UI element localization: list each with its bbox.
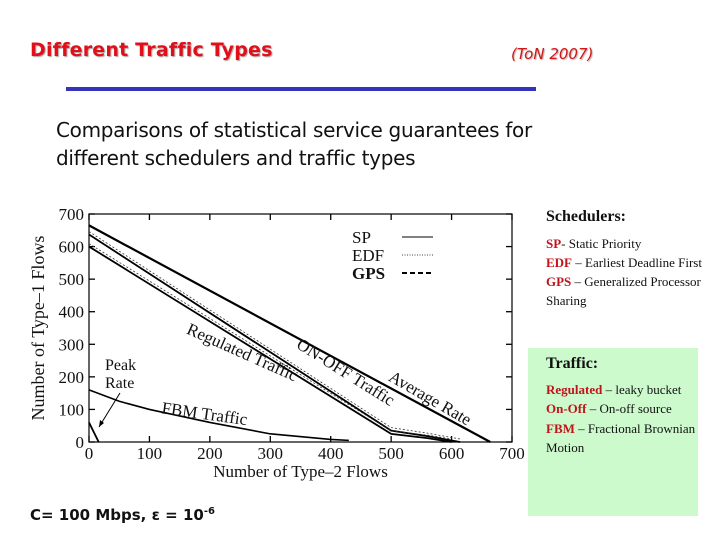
x-tick-label: 0 (85, 444, 94, 463)
annotation-label: Average Rate (386, 367, 475, 429)
scheduler-item: EDF – Earliest Deadline First (546, 253, 716, 272)
series-line-on-off-traffic (88, 233, 461, 443)
annotation-peak: Peak (105, 357, 136, 374)
scheduler-desc: - Static Priority (561, 236, 642, 251)
chart: 0 100 200 300 400 500 600 700 0 100 200 300 400 500 60… (28, 205, 525, 481)
y-tick-label: 500 (59, 270, 85, 289)
x-tick-label: 600 (439, 444, 465, 463)
formula-text: C= 100 Mbps, ε = 10 (30, 506, 204, 524)
scheduler-term: GPS (546, 274, 572, 289)
series-line-regulated-traffic (88, 245, 452, 443)
traffic-item: Regulated – leaky bucket (546, 380, 698, 400)
y-tick-label: 200 (59, 368, 85, 387)
x-axis-label: Number of Type–2 Flows (213, 462, 388, 481)
y-axis-label: Number of Type–1 Flows (28, 236, 48, 421)
legend-label: GPS (352, 264, 385, 283)
y-tick-label: 400 (59, 303, 85, 322)
formula-exponent: -6 (203, 506, 215, 517)
scheduler-item: SP- Static Priority (546, 234, 716, 253)
y-tick-label: 600 (59, 238, 85, 257)
traffic-term: On-Off (546, 401, 587, 416)
scheduler-desc: – Earliest Deadline First (572, 255, 702, 270)
traffic-desc: – leaky bucket (602, 381, 682, 397)
schedulers-heading: Schedulers: (546, 208, 626, 225)
x-tick-label: 300 (258, 444, 284, 463)
slide-subtitle: Comparisons of statistical service guara… (56, 116, 532, 172)
scheduler-term: EDF (546, 255, 572, 270)
reference-label: (ToN 2007) (511, 45, 594, 63)
subtitle-line-1: Comparisons of statistical service guara… (56, 118, 532, 142)
scheduler-item: GPS – Generalized Processor Sharing (546, 272, 716, 310)
parameters-formula: C= 100 Mbps, ε = 10-6 (30, 506, 215, 524)
title-divider (66, 87, 536, 91)
scheduler-term: SP (546, 236, 562, 251)
y-tick-label: 100 (59, 400, 85, 419)
traffic-term: Regulated (546, 381, 603, 397)
traffic-heading: Traffic: (546, 355, 599, 372)
legend-label: SP (352, 228, 371, 247)
x-tick-label: 500 (378, 444, 404, 463)
x-tick-label: 200 (197, 444, 223, 463)
traffic-term: FBM (546, 420, 575, 436)
series-line-peak-rate (88, 422, 100, 443)
series-line-edf-variant (88, 243, 452, 440)
schedulers-panel: Schedulers: SP- Static Priority EDF – Ea… (546, 207, 716, 310)
x-tick-label: 700 (499, 444, 525, 463)
traffic-item: FBM – Fractional Brownian Motion (546, 419, 698, 458)
annotation-label: ON-OFF Traffic (293, 335, 398, 411)
y-tick-label: 0 (76, 433, 85, 452)
subtitle-line-2: different schedulers and traffic types (56, 146, 416, 170)
y-tick-label: 300 (59, 335, 85, 354)
slide-title: Different Traffic Types (30, 39, 273, 61)
traffic-panel: Traffic: Regulated – leaky bucket On-Off… (528, 348, 698, 516)
legend-label: EDF (352, 246, 384, 265)
traffic-item: On-Off – On-off source (546, 399, 698, 419)
y-tick-label: 700 (59, 205, 85, 224)
x-tick-label: 100 (137, 444, 163, 463)
annotation-label: FBM Traffic (161, 398, 249, 429)
x-tick-label: 400 (318, 444, 344, 463)
traffic-desc: – On-off source (586, 401, 672, 416)
annotation-rate: Rate (105, 375, 134, 392)
